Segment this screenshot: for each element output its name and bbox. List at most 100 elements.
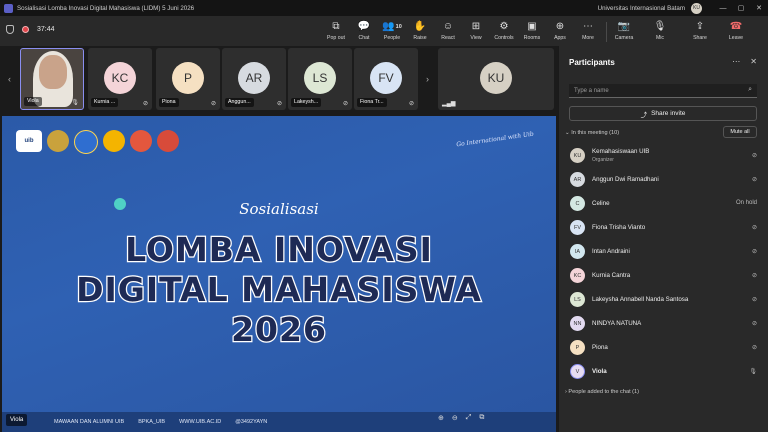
view-button[interactable]: ⊞ View [462,20,490,41]
meeting-status: 37:44 [6,25,55,34]
minimize-button[interactable]: — [714,5,732,12]
pop-out-icon[interactable]: ⧉ [479,414,484,422]
more-button[interactable]: ⋯ More [574,20,602,41]
participant-face [39,55,67,89]
partner-logo [157,130,179,152]
ministry-logo [74,130,98,154]
list-item[interactable]: P Piona ⊘ [559,336,768,360]
slide-tagline: Go International with Uib [455,130,535,149]
list-item[interactable]: IA Intan Andraini ⊘ [559,240,768,264]
footer-phone: @3492YAYN [235,419,268,425]
share-invite-button[interactable]: ⤴ Share invite [569,106,757,121]
list-item[interactable]: KU Kemahasiswaan UIB Organizer ⊘ [559,144,768,168]
mic-off-icon: ⊘ [276,101,282,107]
pop-out-button[interactable]: ⧉ Pop out [322,20,350,41]
mute-all-button[interactable]: Mute all [723,126,757,138]
list-item[interactable]: KC Kurnia Cantra ⊘ [559,264,768,288]
on-hold-status: On hold [735,200,757,206]
partner-logo [130,130,152,152]
raise-hand-button[interactable]: ✋ Raise [406,20,434,41]
list-item[interactable]: AR Anggun Dwi Ramadhani ⊘ [559,168,768,192]
avatar: FV [570,220,585,235]
footer-org: MAWAAN DAN ALUMNI UIB [54,419,125,425]
list-item[interactable]: V Viola 🎙 [559,360,768,384]
close-icon[interactable]: ✕ [750,57,757,66]
close-window-button[interactable]: ✕ [750,4,768,12]
participant-name: Intan Andraini [592,248,630,255]
search-input[interactable]: Type a name ⌕ [569,84,757,98]
stage-controls: ⊕ ⊖ ⤢ ⧉ [438,414,484,422]
participant-name: Anggun Dwi Ramadhani [592,176,659,183]
more-label: More [582,35,594,41]
avatar: FV [370,62,402,94]
avatar: IA [570,244,585,259]
chevron-right-icon[interactable]: › [426,74,429,84]
mic-off-icon: ⊘ [142,101,148,107]
tile-piona[interactable]: P Piona ⊘ [156,48,220,110]
tile-organizer[interactable]: KU ▂▄▆ [438,48,554,110]
added-to-chat-section[interactable]: › People added to the chat (1) [565,389,639,395]
panel-title: Participants [569,58,615,67]
panel-actions: ⋯ ✕ [732,57,757,66]
tile-anggun[interactable]: AR Anggun... ⊘ [222,48,286,110]
participant-name: Celine [592,200,610,207]
controls-icon: ⚙ [499,21,509,32]
view-label: View [470,35,482,41]
participant-name: Kemahasiswaan UIB [592,148,650,155]
react-label: React [441,35,455,41]
avatar: AR [238,62,270,94]
avatar: V [570,364,585,379]
footer-web: WWW.UIB.AC.ID [179,419,222,425]
shield-icon[interactable] [6,25,14,34]
chevron-left-icon[interactable]: ‹ [8,74,11,84]
video-tile-viola[interactable]: Viola 🎙 [20,48,84,110]
tile-fiona[interactable]: FV Fiona Tr... ⊘ [354,48,418,110]
controls-button[interactable]: ⚙ Controls [490,20,518,41]
mic-off-icon: ⊘ [751,177,757,183]
people-count: 10 [395,23,402,30]
rooms-button[interactable]: ▣ Rooms [518,20,546,41]
mic-off-icon: ⊘ [751,273,757,279]
maximize-button[interactable]: ▢ [732,4,750,12]
tile-name: Kurnia ... [91,98,119,107]
list-item[interactable]: C Celine On hold [559,192,768,216]
in-meeting-section[interactable]: ⌄ In this meeting (10) [565,130,619,136]
react-button[interactable]: ☺ React [434,20,462,41]
list-item[interactable]: FV Fiona Trisha Vianto ⊘ [559,216,768,240]
mic-button[interactable]: 🎙 Mic [646,20,674,41]
uib-logo: uib [16,130,42,152]
title-bar: Sosialisasi Lomba Inovasi Digital Mahasi… [0,0,768,16]
account-avatar[interactable]: KU [691,2,702,14]
zoom-in-icon[interactable]: ⊕ [438,414,444,422]
meeting-timer: 37:44 [37,26,55,33]
share-button[interactable]: ⇪ Share [686,20,714,41]
share-screen-icon: ⇪ [695,21,705,32]
participant-name: Viola [592,368,607,375]
chat-button[interactable]: 💬 Chat [350,20,378,41]
more-icon[interactable]: ⋯ [732,57,740,66]
slide-title-line-2: DIGITAL MAHASISWA [75,269,482,311]
participant-name: Kurnia Cantra [592,272,631,279]
camera-button[interactable]: 📷 Camera [610,20,638,41]
participant-name: Piona [592,344,608,351]
fit-icon[interactable]: ⤢ [466,414,472,422]
avatar: KU [480,62,512,94]
list-item[interactable]: LS Lakeysha Annabell Nanda Santosa ⊘ [559,288,768,312]
mic-off-icon: ⊘ [751,321,757,327]
window-title: Sosialisasi Lomba Inovasi Digital Mahasi… [17,4,195,12]
mic-off-icon: ⊘ [342,101,348,107]
tile-name: Anggun... [225,98,254,107]
slide-script-title: Sosialisasi [239,200,319,218]
tile-name: Piona [159,98,179,107]
accreditation-logo [47,130,69,152]
tile-kurnia[interactable]: KC Kurnia ... ⊘ [88,48,152,110]
people-button[interactable]: 👥 10 People [378,20,406,41]
leave-button[interactable]: ☎ Leave [722,20,750,41]
toolbar-divider [606,22,607,42]
tile-name: Viola [24,97,42,106]
tile-lakeysha[interactable]: LS Lakeysh... ⊘ [288,48,352,110]
mic-off-icon: 🎙 [653,21,667,32]
list-item[interactable]: NN NINDYA NATUNA ⊘ [559,312,768,336]
apps-button[interactable]: ⊕ Apps [546,20,574,41]
zoom-out-icon[interactable]: ⊖ [452,414,458,422]
